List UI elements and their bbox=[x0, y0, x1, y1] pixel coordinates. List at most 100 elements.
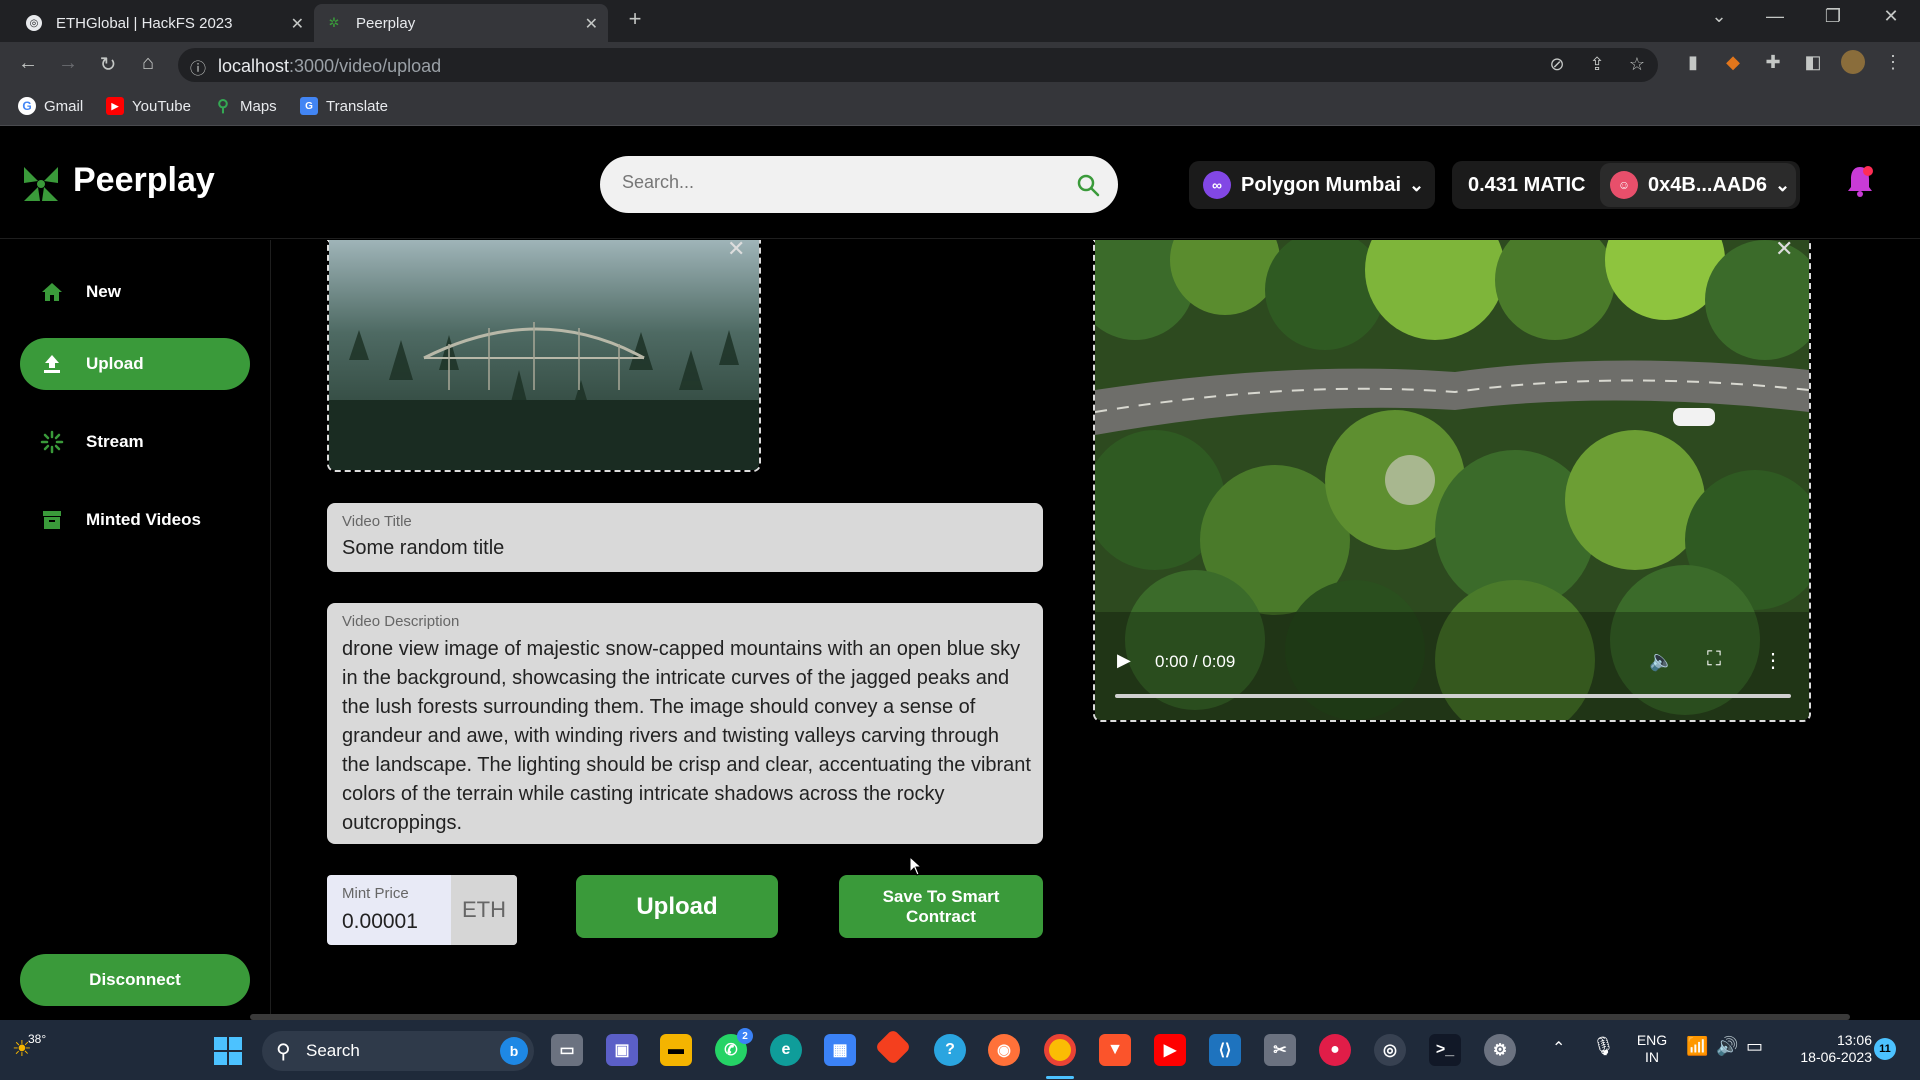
search-input[interactable] bbox=[622, 172, 1042, 193]
microphone-icon[interactable]: 🎙 bbox=[1592, 1036, 1615, 1057]
eye-slash-icon[interactable]: ⊘ bbox=[1544, 54, 1570, 75]
extension-icon[interactable]: ▮ bbox=[1680, 52, 1706, 73]
video-controls: ▶ 0:00 / 0:09 🔈 ⛶ ⋮ bbox=[1095, 630, 1809, 720]
network-selector[interactable]: ∞ Polygon Mumbai ⌄ bbox=[1189, 161, 1435, 209]
browser-menu-icon[interactable]: ⋮ bbox=[1880, 52, 1906, 73]
more-options-icon[interactable]: ⋮ bbox=[1763, 648, 1783, 673]
tab-ethglobal[interactable]: ◎ ETHGlobal | HackFS 2023 ✕ bbox=[14, 4, 314, 42]
bookmark-gmail[interactable]: G Gmail bbox=[18, 97, 83, 115]
brave-icon[interactable]: ▼ bbox=[1099, 1034, 1131, 1066]
task-view-icon[interactable]: ▭ bbox=[551, 1034, 583, 1066]
volume-tray-icon[interactable]: 🔊 bbox=[1716, 1036, 1738, 1057]
home-button-icon[interactable]: ⌂ bbox=[134, 52, 162, 75]
battery-icon[interactable]: ▭ bbox=[1746, 1036, 1763, 1057]
fullscreen-icon[interactable]: ⛶ bbox=[1707, 648, 1721, 671]
search-icon[interactable] bbox=[1075, 172, 1101, 198]
upload-button[interactable]: Upload bbox=[576, 875, 778, 938]
bookmark-star-icon[interactable]: ☆ bbox=[1624, 54, 1650, 75]
taskbar-search[interactable]: ⚲ Search b bbox=[262, 1031, 534, 1071]
chrome-icon[interactable] bbox=[1044, 1034, 1076, 1066]
mint-price-input[interactable]: 0.00001 bbox=[342, 910, 418, 934]
mouse-cursor-icon bbox=[909, 856, 923, 876]
remove-thumbnail-icon[interactable]: ✕ bbox=[727, 240, 745, 262]
reload-icon[interactable]: ↻ bbox=[94, 52, 122, 77]
microsoft-store-icon[interactable]: ▦ bbox=[824, 1034, 856, 1066]
windows-taskbar: ☀ 38° ⚲ Search b ▭ ▣ ▬ ✆ 2 e ▦ ? ◉ ▼ ▶ ⟨… bbox=[0, 1020, 1920, 1080]
firefox-icon[interactable]: ◉ bbox=[988, 1034, 1020, 1066]
forward-icon[interactable]: → bbox=[54, 52, 82, 75]
video-title-field[interactable]: Video Title Some random title bbox=[327, 503, 1043, 572]
extensions-puzzle-icon[interactable]: ✚ bbox=[1760, 52, 1786, 73]
share-icon[interactable]: ⇪ bbox=[1584, 54, 1610, 75]
whatsapp-badge: 2 bbox=[737, 1028, 753, 1044]
app-logo-text[interactable]: Peerplay bbox=[73, 161, 215, 200]
close-tab-icon[interactable]: ✕ bbox=[291, 14, 304, 34]
profile-avatar[interactable] bbox=[1840, 50, 1866, 79]
bookmark-label: YouTube bbox=[132, 97, 191, 115]
minimize-icon[interactable]: — bbox=[1760, 6, 1790, 27]
sidebar-item-stream[interactable]: Stream bbox=[20, 416, 250, 468]
whatsapp-icon[interactable]: ✆ 2 bbox=[715, 1028, 753, 1066]
metamask-fox-icon[interactable]: ◆ bbox=[1720, 52, 1746, 73]
upload-icon bbox=[44, 355, 60, 373]
save-to-smart-contract-button[interactable]: Save To Smart Contract bbox=[839, 875, 1043, 938]
windows-start-icon[interactable] bbox=[213, 1036, 243, 1066]
notification-badge[interactable]: 11 bbox=[1874, 1038, 1896, 1060]
close-tab-icon[interactable]: ✕ bbox=[585, 14, 598, 34]
bookmark-maps[interactable]: ⚲ Maps bbox=[214, 97, 277, 116]
wifi-icon[interactable]: 📶 bbox=[1686, 1036, 1708, 1057]
volume-icon[interactable]: 🔈 bbox=[1649, 648, 1674, 673]
chevron-up-icon[interactable]: ⌃ bbox=[1552, 1038, 1565, 1058]
translate-icon: G bbox=[300, 97, 318, 115]
clock[interactable]: 13:06 18-06-2023 bbox=[1776, 1032, 1872, 1066]
file-explorer-icon[interactable]: ▬ bbox=[660, 1034, 692, 1066]
chevron-down-icon: ⌄ bbox=[1774, 174, 1791, 195]
sidebar-item-upload[interactable]: Upload bbox=[20, 338, 250, 390]
terminal-icon[interactable]: >_ bbox=[1429, 1034, 1461, 1066]
sidebar-item-minted-videos[interactable]: Minted Videos bbox=[20, 494, 250, 546]
tab-title: ETHGlobal | HackFS 2023 bbox=[56, 14, 233, 32]
tab-peerplay[interactable]: ✲ Peerplay ✕ bbox=[314, 4, 608, 42]
bookmark-youtube[interactable]: ▶ YouTube bbox=[106, 97, 191, 115]
disconnect-button[interactable]: Disconnect bbox=[20, 954, 250, 1006]
peerplay-logo-icon[interactable] bbox=[18, 161, 64, 207]
settings-gear-icon[interactable]: ⚙ bbox=[1484, 1034, 1516, 1066]
tab-search-icon[interactable]: ⌄ bbox=[1704, 6, 1734, 27]
restore-icon[interactable]: ❐ bbox=[1818, 6, 1848, 27]
edge-icon[interactable]: e bbox=[770, 1034, 802, 1066]
screen-recorder-icon[interactable]: ● bbox=[1319, 1034, 1351, 1066]
url-text[interactable]: localhost:3000/video/upload bbox=[218, 56, 441, 77]
video-description-input[interactable]: drone view image of majestic snow-capped… bbox=[342, 635, 1032, 838]
video-time: 0:00 / 0:09 bbox=[1155, 652, 1236, 671]
video-title-input[interactable]: Some random title bbox=[342, 537, 504, 560]
notification-bell-icon[interactable] bbox=[1845, 163, 1875, 199]
mint-price-field[interactable]: Mint Price 0.00001 ETH bbox=[327, 875, 517, 945]
video-player[interactable]: ✕ ▶ 0:00 / 0:09 🔈 ⛶ ⋮ bbox=[1093, 240, 1811, 722]
search-bar[interactable] bbox=[600, 156, 1118, 213]
play-icon[interactable]: ▶ bbox=[1117, 650, 1131, 671]
sidebar-item-new[interactable]: New bbox=[20, 266, 250, 318]
bookmarks-bar: G Gmail ▶ YouTube ⚲ Maps G Translate bbox=[0, 88, 1920, 126]
youtube-app-icon[interactable]: ▶ bbox=[1154, 1034, 1186, 1066]
video-progress-bar[interactable] bbox=[1115, 694, 1791, 698]
snipping-tool-icon[interactable]: ✂ bbox=[1264, 1034, 1296, 1066]
close-window-icon[interactable]: ✕ bbox=[1876, 6, 1906, 27]
site-info-icon[interactable]: ⓘ bbox=[190, 55, 206, 79]
python-icon[interactable]: ? bbox=[934, 1034, 966, 1066]
thumbnail-preview: ✕ bbox=[327, 240, 761, 472]
mint-price-label: Mint Price bbox=[342, 885, 409, 902]
teams-icon[interactable]: ▣ bbox=[606, 1034, 638, 1066]
side-panel-icon[interactable]: ◧ bbox=[1800, 52, 1826, 73]
video-description-field[interactable]: Video Description drone view image of ma… bbox=[327, 603, 1043, 844]
back-icon[interactable]: ← bbox=[14, 52, 42, 75]
git-icon[interactable] bbox=[874, 1028, 912, 1066]
new-tab-icon[interactable]: + bbox=[620, 6, 650, 32]
language-indicator[interactable]: ENG IN bbox=[1632, 1032, 1672, 1066]
remove-video-icon[interactable]: ✕ bbox=[1775, 240, 1793, 262]
vscode-icon[interactable]: ⟨⟩ bbox=[1209, 1034, 1241, 1066]
bookmark-translate[interactable]: G Translate bbox=[300, 97, 388, 115]
google-icon: G bbox=[18, 97, 36, 115]
github-desktop-icon[interactable]: ◎ bbox=[1374, 1034, 1406, 1066]
account-button[interactable]: ☺ 0x4B...AAD6 ⌄ bbox=[1600, 163, 1796, 207]
omnibox[interactable]: ⓘ localhost:3000/video/upload ⊘ ⇪ ☆ bbox=[178, 48, 1658, 82]
